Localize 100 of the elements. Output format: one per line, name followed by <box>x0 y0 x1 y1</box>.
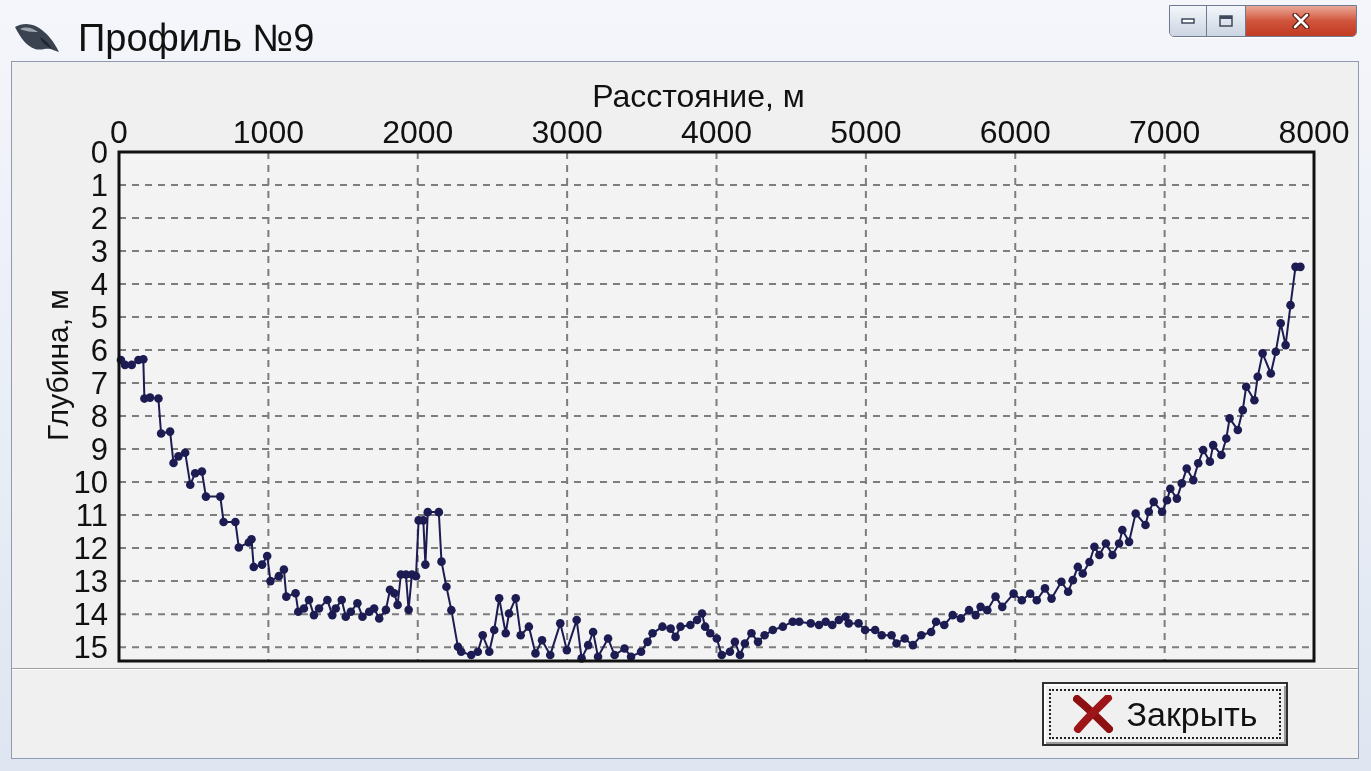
data-point <box>806 619 816 628</box>
data-point <box>747 628 756 638</box>
y-tick-label: 3 <box>90 234 108 270</box>
data-point <box>304 595 314 605</box>
data-point <box>421 560 430 569</box>
x-tick-label: 3000 <box>531 114 603 150</box>
y-tick-label: 13 <box>73 564 108 600</box>
data-point <box>593 652 603 661</box>
x-axis-title: Расстояние, м <box>592 78 805 114</box>
data-point <box>145 393 155 402</box>
data-point <box>666 624 675 633</box>
data-point <box>174 452 183 461</box>
data-point <box>1017 595 1027 605</box>
data-point <box>1198 445 1208 455</box>
data-point <box>156 429 166 438</box>
data-point <box>473 647 483 657</box>
data-point <box>648 628 657 638</box>
data-point <box>219 517 228 527</box>
data-point <box>730 637 740 647</box>
data-point <box>676 622 685 631</box>
data-point <box>971 610 980 620</box>
data-point <box>1271 347 1281 356</box>
data-point <box>274 571 284 581</box>
data-point <box>997 602 1007 612</box>
data-point <box>877 630 886 640</box>
data-point <box>154 394 163 403</box>
data-point <box>712 634 722 643</box>
close-dialog-button[interactable]: Закрыть <box>1042 682 1288 746</box>
data-point <box>1101 539 1111 548</box>
data-point <box>1149 497 1158 507</box>
data-point <box>185 480 195 490</box>
data-point <box>583 640 593 650</box>
data-point <box>636 647 646 657</box>
data-point <box>1250 395 1259 405</box>
y-tick-label: 9 <box>90 432 108 468</box>
data-point <box>717 650 727 660</box>
data-point <box>524 622 534 631</box>
data-point <box>1266 369 1276 378</box>
x-tick-label: 5000 <box>830 114 902 150</box>
data-point <box>760 630 769 640</box>
close-icon <box>1292 13 1310 29</box>
x-tick-label: 6000 <box>979 114 1051 150</box>
data-point <box>1281 340 1290 350</box>
data-point <box>908 640 918 650</box>
close-button[interactable] <box>1246 6 1356 36</box>
data-point <box>393 600 402 610</box>
data-point <box>437 557 446 566</box>
y-tick-label: 2 <box>90 201 108 236</box>
data-point <box>447 605 456 615</box>
x-tick-label: 4000 <box>680 114 753 150</box>
data-point <box>753 637 763 647</box>
maximize-icon <box>1219 15 1233 27</box>
data-point <box>381 605 391 615</box>
data-point <box>501 628 511 638</box>
data-point <box>346 607 356 617</box>
data-point <box>266 576 275 586</box>
data-point <box>926 627 936 637</box>
data-point <box>197 467 207 476</box>
data-point <box>1193 459 1203 468</box>
data-point <box>1124 537 1134 547</box>
data-point <box>279 565 289 574</box>
data-point <box>643 637 652 647</box>
data-point <box>555 619 565 628</box>
data-point <box>504 609 514 618</box>
data-point <box>1141 520 1150 530</box>
data-point <box>139 355 148 364</box>
data-point <box>1222 434 1231 443</box>
x-tick-label: 2000 <box>382 114 454 150</box>
data-point <box>1131 509 1140 518</box>
data-point <box>411 571 421 581</box>
data-point <box>201 492 211 501</box>
data-point <box>485 647 494 657</box>
data-point <box>489 625 499 635</box>
data-point <box>1162 495 1172 505</box>
data-point <box>456 647 466 657</box>
data-point <box>620 644 629 653</box>
data-point <box>291 589 300 598</box>
maximize-button[interactable] <box>1207 6 1246 36</box>
data-point <box>948 610 957 620</box>
data-point <box>794 617 804 626</box>
minimize-button[interactable] <box>1170 6 1207 36</box>
data-point <box>1057 577 1066 587</box>
x-tick-label: 1000 <box>232 114 304 150</box>
data-point <box>478 630 488 640</box>
data-point <box>231 517 240 527</box>
data-point <box>1296 262 1305 272</box>
data-point <box>434 507 444 517</box>
data-point <box>1078 569 1088 578</box>
x-tick-label: 0 <box>110 114 128 150</box>
data-point <box>1157 507 1167 517</box>
data-point <box>844 619 853 628</box>
data-point <box>1172 494 1182 503</box>
data-point <box>1205 457 1215 466</box>
data-point <box>991 592 1000 601</box>
data-point <box>516 630 525 640</box>
fish-icon <box>14 21 60 55</box>
data-point <box>692 615 702 625</box>
data-point <box>1253 372 1262 382</box>
data-point <box>1166 484 1175 493</box>
data-point <box>1286 300 1295 310</box>
